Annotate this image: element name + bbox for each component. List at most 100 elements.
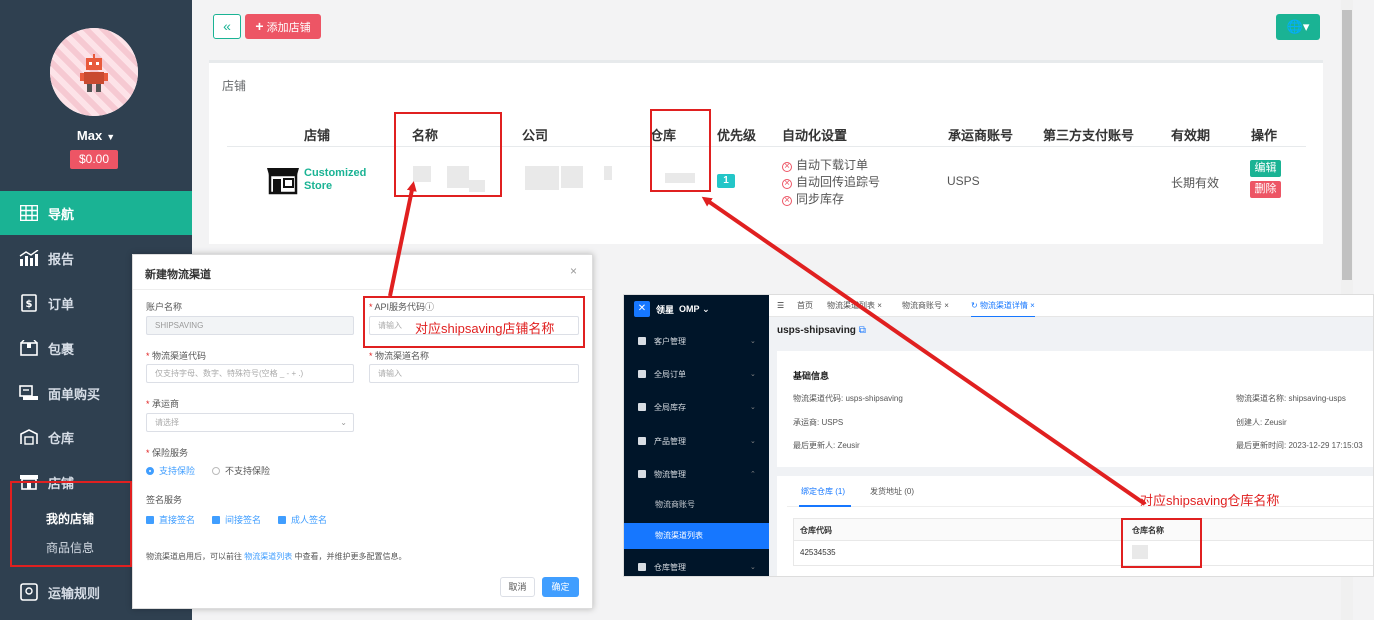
nav-label: 运输规则 (48, 585, 101, 601)
info-label: 物流渠道名称: (1236, 394, 1287, 403)
collapse-sidebar-button[interactable]: « (213, 14, 241, 39)
col-header-actions: 操作 (1251, 128, 1278, 143)
omp-nav-warehouse[interactable]: 仓库管理 ⌄ (624, 555, 769, 576)
tab-label: 物流渠道详情 (979, 301, 1028, 310)
radio-label: 支持保险 (159, 466, 196, 476)
inventory-icon (638, 403, 646, 411)
nav-label: 报告 (48, 251, 75, 267)
omp-tab-ship-address[interactable]: 发货地址 (0) (870, 486, 914, 497)
plus-icon: + (255, 18, 264, 34)
chevron-down-icon: ⌄ (340, 418, 347, 427)
omp-creator-row: 创建人: Zeusir (1236, 417, 1287, 428)
omp-nav-logistics[interactable]: 物流管理 ⌃ (624, 462, 769, 486)
chevron-down-icon: ⌄ (750, 564, 756, 571)
omp-tab-bound-warehouse[interactable]: 绑定仓库 (1) (801, 486, 845, 497)
info-value: shipsaving-usps (1288, 394, 1346, 403)
carrier-select[interactable]: 请选择 ⌄ (146, 413, 354, 432)
radio-checked-icon (146, 466, 154, 475)
channel-code-input[interactable]: 仅支持字母、数字、特殊符号(空格 _ - + .) (146, 364, 354, 383)
edit-button[interactable]: 编辑 (1250, 160, 1281, 177)
avatar[interactable] (50, 28, 138, 116)
checkbox-checked-icon (212, 515, 220, 524)
omp-basic-info: 基础信息 物流渠道代码: usps-shipsaving 物流渠道名称: shi… (777, 351, 1373, 467)
channel-code-label-text: 物流渠道代码 (152, 351, 207, 361)
add-store-label: 添加店铺 (266, 22, 311, 34)
add-store-button[interactable]: + 添加店铺 (245, 14, 321, 39)
omp-nav-orders[interactable]: 全局订单 ⌄ (624, 362, 769, 386)
omp-tab-channel-list[interactable]: 物流渠道列表 × (827, 295, 882, 317)
channel-name-label-text: 物流渠道名称 (375, 351, 430, 361)
redacted-company (525, 166, 559, 190)
confirm-button[interactable]: 确定 (542, 577, 579, 597)
warehouse-icon (638, 563, 646, 571)
refresh-icon: ↻ (971, 301, 978, 310)
scrollbar-thumb[interactable] (1342, 10, 1352, 280)
validity-value: 长期有效 (1171, 176, 1220, 190)
info-value: USPS (821, 418, 844, 427)
priority-badge: 1 (717, 174, 735, 188)
caret-down-icon: ▼ (106, 132, 116, 142)
order-icon: $ (18, 294, 40, 312)
close-circle-icon: × (782, 179, 792, 189)
menu-icon[interactable]: ☰ (777, 295, 784, 317)
sig-adult-checkbox[interactable]: 成人签名 (278, 513, 327, 526)
grid-icon (18, 204, 40, 222)
close-icon[interactable]: × (570, 264, 577, 278)
omp-tab-home[interactable]: 首页 (797, 295, 813, 317)
omp-sub-carrier-accounts[interactable]: 物流商账号 (624, 492, 769, 518)
chart-icon (18, 249, 40, 267)
sig-indirect-checkbox[interactable]: 间接签名 (212, 513, 261, 526)
store-logo: Customized Store (265, 165, 366, 195)
omp-sidebar: ✕ 领星 OMP ⌄ 客户管理 ⌄ 全局订单 ⌄ 全局库存 ⌄ 产品管理 ⌄ 物流管理 ⌃ … (624, 295, 769, 576)
insurance-no-radio[interactable]: 不支持保险 (212, 464, 270, 477)
panel-title: 店铺 (222, 79, 247, 93)
copy-icon[interactable]: ⧉ (859, 325, 866, 336)
user-menu[interactable]: Max ▼ (0, 128, 192, 143)
omp-nav-inventory[interactable]: 全局库存 ⌄ (624, 395, 769, 419)
info-label: 创建人: (1236, 418, 1263, 427)
omp-page-title-text: usps-shipsaving (777, 325, 856, 336)
omp-logo-icon: ✕ (634, 301, 650, 317)
col-header-store: 店铺 (304, 128, 331, 143)
insurance-yes-radio[interactable]: 支持保险 (146, 464, 195, 477)
chevron-down-icon: ⌄ (750, 338, 756, 345)
omp-nav-label: 物流管理 (654, 469, 686, 479)
storefront-icon (267, 168, 299, 195)
omp-nav-customers[interactable]: 客户管理 ⌄ (624, 329, 769, 353)
omp-product: OMP (679, 304, 700, 314)
signature-label: 签名服务 (146, 495, 183, 505)
redacted-company (604, 166, 612, 180)
channel-list-link[interactable]: 物流渠道列表 (244, 552, 292, 561)
automation-item: × 同步库存 (782, 190, 844, 207)
account-field: SHIPSAVING (146, 316, 354, 335)
carrier-label-text: 承运商 (152, 399, 180, 409)
cancel-button[interactable]: 取消 (500, 577, 535, 597)
omp-tab-carrier-accounts[interactable]: 物流商账号 × (902, 295, 949, 317)
info-label: 最后更新时间: (1236, 441, 1287, 450)
order-icon (638, 370, 646, 378)
carrier-placeholder: 请选择 (155, 418, 179, 427)
modal-title: 新建物流渠道 (145, 269, 211, 281)
omp-updated-row: 最后更新时间: 2023-12-29 17:15:03 (1236, 440, 1363, 451)
channel-name-input[interactable]: 请输入 (369, 364, 579, 383)
chevron-down-icon: ⌄ (750, 438, 756, 445)
language-button[interactable]: 🌐▾ (1276, 14, 1320, 40)
logo-text-line2: Store (304, 180, 333, 192)
omp-sub-channel-list[interactable]: 物流渠道列表 (624, 523, 769, 549)
note-text: 物流渠道启用后，可以前往 (146, 552, 245, 561)
info-label: 物流渠道代码: (793, 394, 844, 403)
insurance-label-text: 保险服务 (152, 448, 189, 458)
col-header-carrier-account: 承运商账号 (948, 128, 1014, 143)
annotation-warehouse-name: 对应shipsaving仓库名称 (1140, 493, 1280, 508)
col-header-priority: 优先级 (717, 128, 757, 143)
automation-label: 自动下载订单 (796, 158, 869, 172)
omp-tab-channel-detail[interactable]: ↻ 物流渠道详情 × (971, 295, 1035, 317)
modal-note: 物流渠道启用后，可以前往 物流渠道列表 中查看，并维护更多配置信息。 (146, 551, 406, 562)
chevron-up-icon: ⌃ (750, 471, 756, 478)
sig-direct-checkbox[interactable]: 直接签名 (146, 513, 195, 526)
delete-button[interactable]: 删除 (1250, 181, 1281, 198)
tab-label: 物流商账号 (902, 301, 942, 310)
omp-nav-products[interactable]: 产品管理 ⌄ (624, 429, 769, 453)
nav-dashboard[interactable]: 导航 (0, 191, 192, 235)
carrier-account-value: USPS (947, 174, 980, 188)
